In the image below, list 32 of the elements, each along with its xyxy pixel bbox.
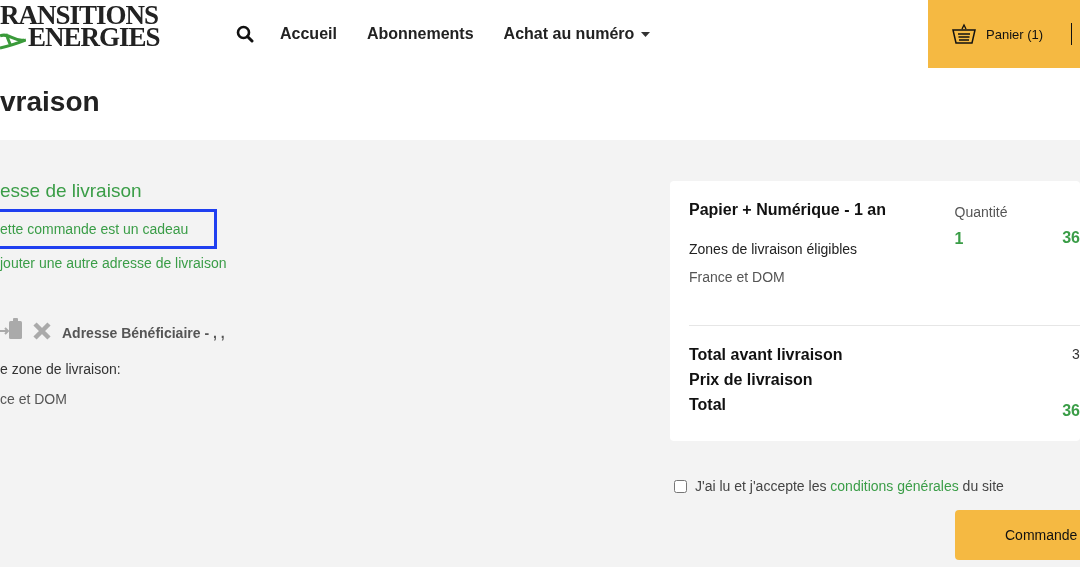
cart-panel[interactable]: Panier (1) — [928, 0, 1080, 68]
total-label: Prix de livraison — [689, 371, 814, 390]
zones-text: France et DOM — [689, 269, 786, 285]
nav-dropdown[interactable]: Achat au numéro — [503, 25, 651, 43]
total-label: Total — [689, 396, 728, 415]
order-button[interactable]: Commande — [955, 510, 1080, 560]
clipboard-icon[interactable] — [0, 317, 24, 341]
page-title: vraison — [0, 86, 100, 119]
caret-icon — [641, 31, 651, 37]
search-icon[interactable] — [236, 25, 254, 43]
total-value: 3 — [1072, 346, 1080, 364]
terms-checkbox[interactable] — [674, 479, 687, 493]
price-value: 36 — [1062, 229, 1080, 247]
logo[interactable]: RANSITIONS ENERGIES — [0, 0, 210, 68]
product-name: Papier + Numérique - 1 an — [689, 201, 887, 219]
nav-link[interactable]: Abonnements — [366, 25, 474, 43]
total-value: 36 — [1062, 402, 1080, 421]
logo-text: ENERGIES — [28, 26, 160, 48]
cart-label: Panier (1) — [986, 26, 1044, 42]
basket-icon — [952, 23, 976, 45]
section-heading: esse de livraison — [0, 180, 142, 202]
zones-label: Zones de livraison éligibles — [689, 241, 859, 257]
zone-text: ce et DOM — [0, 391, 67, 407]
nav-link[interactable]: Accueil — [280, 25, 337, 43]
total-label: Total avant livraison — [689, 346, 844, 365]
quantity-label: Quantité — [954, 204, 1009, 220]
quantity-value: 1 — [954, 230, 965, 248]
address-title: Adresse Bénéficiaire - , , — [62, 325, 225, 341]
zone-label: e zone de livraison: — [0, 361, 121, 377]
logo-text: RANSITIONS — [0, 4, 159, 26]
leaf-icon — [0, 32, 26, 50]
terms-text: J'ai lu et j'accepte les conditions générales du site — [695, 478, 1004, 494]
